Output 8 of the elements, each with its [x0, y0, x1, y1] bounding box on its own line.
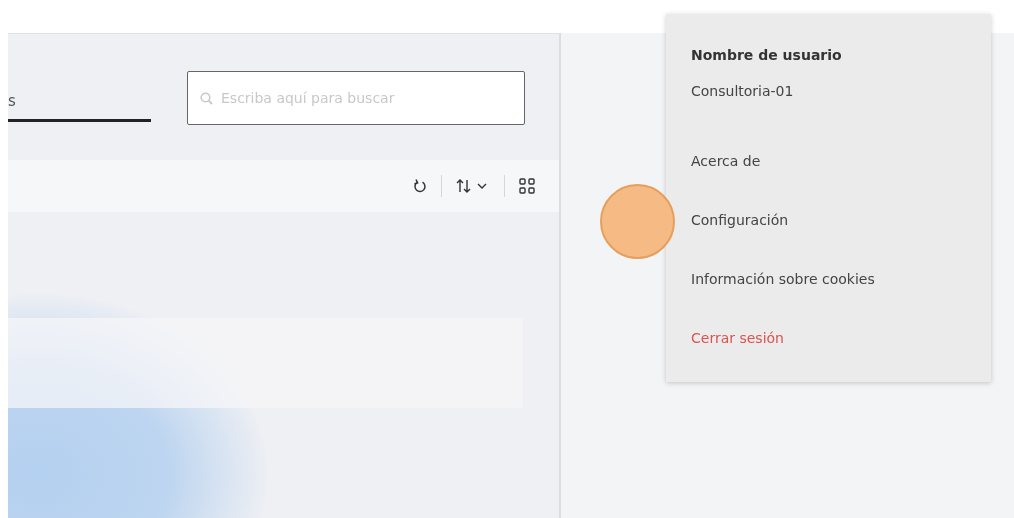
refresh-icon[interactable]: [413, 178, 427, 194]
tab[interactable]: s: [8, 86, 151, 122]
menu-heading: Nombre de usuario: [691, 47, 843, 65]
grid-icon[interactable]: [519, 178, 535, 194]
menu-item[interactable]: Configuración: [691, 212, 991, 271]
menu-item[interactable]: Información sobre cookies: [691, 271, 991, 330]
username: Consultoria-01: [691, 83, 795, 101]
menu-item[interactable]: Acerca de: [691, 153, 991, 212]
